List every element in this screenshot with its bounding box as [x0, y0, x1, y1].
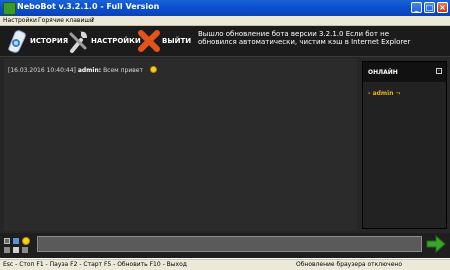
- menu-bar: Настройки Горячие клавиши ?: [0, 16, 450, 26]
- history-icon: [8, 30, 26, 53]
- status-bar: Esc - Стоп F1 - Пауза F2 - Старт F5 - Об…: [0, 259, 450, 270]
- maximize-button[interactable]: □: [424, 2, 435, 13]
- sticker-icon[interactable]: [13, 238, 19, 244]
- online-panel: ОНЛАЙН - - admin ¬: [362, 61, 447, 229]
- menu-item-help[interactable]: ?: [91, 16, 94, 25]
- settings-label: НАСТРОЙКИ: [91, 37, 141, 45]
- chat-message: [16.03.2016 10:40:44] admin: Всем привет: [8, 66, 157, 74]
- color-icon[interactable]: [13, 247, 19, 253]
- settings-icon: [69, 31, 87, 53]
- settings-button[interactable]: НАСТРОЙКИ: [67, 28, 141, 54]
- emoji-picker-icon[interactable]: [22, 237, 30, 245]
- update-notice: Вышло обновление бота версии 3.2.1.0 Есл…: [198, 30, 411, 46]
- exit-icon: [138, 30, 160, 52]
- title-bar: NeboBot v.3.2.1.0 - Full Version _ □ ×: [0, 0, 450, 16]
- input-row: [0, 233, 450, 258]
- menu-item-hotkeys[interactable]: Горячие клавиши: [38, 16, 94, 25]
- exit-button[interactable]: ВЫЙТИ: [138, 28, 194, 54]
- chat-log: [16.03.2016 10:40:44] admin: Всем привет: [4, 59, 357, 231]
- history-mini-icon[interactable]: [4, 247, 10, 253]
- clear-icon[interactable]: [22, 247, 28, 253]
- browser-update-status: Обновление браузера отключено: [296, 261, 403, 268]
- message-user: admin:: [77, 67, 102, 74]
- minimize-button[interactable]: _: [411, 2, 422, 13]
- online-header: ОНЛАЙН -: [363, 62, 446, 82]
- history-button[interactable]: ИСТОРИЯ: [6, 28, 69, 54]
- menu-item-settings[interactable]: Настройки: [3, 16, 37, 25]
- app-icon: [3, 2, 16, 15]
- window-title: NeboBot v.3.2.1.0 - Full Version: [17, 2, 160, 11]
- online-title: ОНЛАЙН: [368, 69, 398, 76]
- smiley-icon: [149, 66, 157, 73]
- toolbar: ИСТОРИЯ НАСТРОЙКИ ВЫЙТИ Вышло обновление…: [0, 26, 450, 57]
- send-arrow-icon[interactable]: [426, 235, 446, 253]
- message-timestamp: [16.03.2016 10:40:44]: [8, 67, 76, 74]
- main-area: ИСТОРИЯ НАСТРОЙКИ ВЫЙТИ Вышло обновление…: [0, 26, 450, 258]
- history-label: ИСТОРИЯ: [30, 37, 69, 45]
- message-text: Всем привет: [103, 67, 143, 74]
- close-button[interactable]: ×: [437, 2, 448, 13]
- collapse-icon[interactable]: -: [436, 68, 442, 74]
- online-user[interactable]: - admin ¬: [368, 90, 401, 97]
- message-input[interactable]: [37, 236, 422, 252]
- format-icon[interactable]: [4, 238, 10, 244]
- hotkeys-hint: Esc - Стоп F1 - Пауза F2 - Старт F5 - Об…: [3, 261, 187, 268]
- exit-label: ВЫЙТИ: [162, 37, 192, 45]
